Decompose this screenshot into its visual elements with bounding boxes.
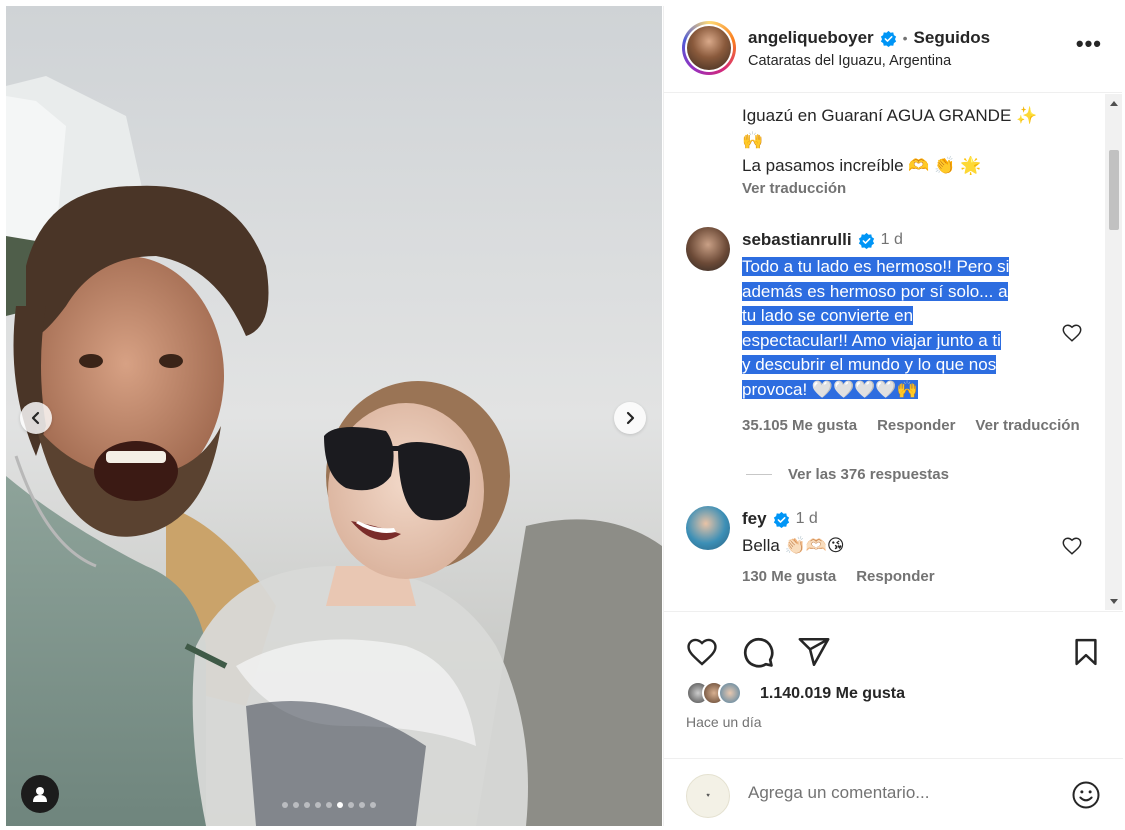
reply-button[interactable]: Responder (877, 417, 955, 434)
like-icon[interactable] (685, 635, 719, 669)
comment-text-line: y descubrir el mundo y lo que nos (742, 355, 997, 375)
caret-down-icon (1109, 598, 1118, 604)
like-comment-icon[interactable] (1061, 535, 1083, 557)
photo-scene (6, 6, 662, 826)
save-icon[interactable] (1071, 636, 1101, 668)
chevron-right-icon (626, 411, 635, 425)
add-comment-bar: ♥ (664, 758, 1123, 826)
comment-text: Todo a tu lado es hermoso!! Pero si adem… (742, 255, 1010, 403)
caption-line: 🙌 (742, 131, 764, 150)
comment-time[interactable]: 1 d (881, 231, 903, 249)
user-icon (33, 787, 47, 802)
carousel-dot (359, 802, 365, 808)
likers-avatars[interactable] (686, 681, 742, 705)
carousel-indicator (282, 802, 376, 808)
post-timestamp[interactable]: Hace un día (686, 714, 762, 730)
more-options-button[interactable]: ••• (1076, 33, 1102, 55)
comment-text-line: Todo a tu lado es hermoso!! Pero si (742, 257, 1010, 276)
carousel-next-button[interactable] (614, 402, 646, 434)
reply-button[interactable]: Responder (856, 568, 934, 585)
post-details-panel: angeliqueboyer • Seguidos Cataratas del … (663, 6, 1123, 826)
commenter-avatar[interactable] (686, 506, 730, 550)
post-header: angeliqueboyer • Seguidos Cataratas del … (664, 6, 1122, 93)
author-avatar[interactable] (682, 21, 736, 75)
commenter-avatar[interactable] (686, 227, 730, 271)
comment-likes[interactable]: 35.105 Me gusta (742, 417, 857, 434)
comment-icon[interactable] (741, 635, 775, 669)
like-comment-icon[interactable] (1061, 322, 1083, 344)
share-icon[interactable] (797, 635, 831, 669)
carousel-dot (304, 802, 310, 808)
scroll-up-arrow[interactable] (1105, 94, 1122, 111)
verified-badge-icon (858, 232, 874, 249)
comment-text-line: además es hermoso por sí solo... a (742, 281, 1008, 301)
more-options-icon: ••• (1075, 31, 1102, 56)
post-photo (6, 6, 662, 826)
post-location[interactable]: Cataratas del Iguazu, Argentina (748, 53, 951, 69)
comment-text-line: espectacular!! Amo viajar junto a ti (742, 330, 1001, 350)
author-username[interactable]: angeliqueboyer (748, 28, 874, 48)
chevron-left-icon (31, 411, 40, 425)
verified-badge-icon (880, 30, 896, 47)
liker-avatar (718, 681, 742, 705)
carousel-dot (326, 802, 332, 808)
carousel-dot (337, 802, 343, 808)
caret-up-icon (1109, 100, 1118, 106)
following-button[interactable]: Seguidos (914, 28, 991, 48)
carousel-dot (370, 802, 376, 808)
comment-time[interactable]: 1 d (796, 510, 818, 528)
scrollbar-thumb[interactable] (1109, 150, 1119, 230)
carousel-dot (348, 802, 354, 808)
carousel-dot (315, 802, 321, 808)
commenter-username[interactable]: fey (742, 509, 767, 529)
comment-text-line: tu lado se convierte en (742, 306, 914, 326)
commenter-username[interactable]: sebastianrulli (742, 230, 852, 250)
current-user-avatar: ♥ (686, 774, 730, 818)
comments-section: Iguazú en Guaraní AGUA GRANDE ✨ 🙌 La pas… (664, 94, 1123, 610)
post-likes-count[interactable]: 1.140.019 Me gusta (760, 685, 905, 703)
comment-item: fey 1 d Bella 👏🏻🫶🏻😘 130 Me gusta Respond… (686, 506, 1101, 596)
view-replies-button[interactable]: Ver las 376 respuestas (746, 466, 949, 483)
carousel-dot (293, 802, 299, 808)
comment-text-line: provoca! 🤍🤍🤍🤍🙌 (742, 379, 918, 399)
carousel-prev-button[interactable] (20, 402, 52, 434)
tagged-users-button[interactable] (21, 775, 59, 813)
scroll-down-arrow[interactable] (1105, 593, 1122, 610)
translate-comment-button[interactable]: Ver traducción (975, 417, 1079, 434)
emoji-icon[interactable] (1071, 780, 1101, 810)
comments-scrollbar[interactable] (1105, 94, 1122, 610)
verified-badge-icon (773, 511, 789, 528)
carousel-dot (282, 802, 288, 808)
comment-input[interactable] (748, 783, 1048, 803)
view-replies-label: Ver las 376 respuestas (788, 466, 949, 483)
comment-likes[interactable]: 130 Me gusta (742, 568, 836, 585)
caption-translate-link[interactable]: Ver traducción (742, 180, 846, 197)
caption-line: Iguazú en Guaraní AGUA GRANDE ✨ (742, 106, 1038, 125)
comment-text: Bella 👏🏻🫶🏻😘 (742, 536, 845, 555)
comment-item: sebastianrulli 1 d Todo a tu lado es her… (686, 227, 1101, 457)
header-separator: • (902, 30, 908, 46)
caption-line: La pasamos increíble 🫶 👏 🌟 (742, 156, 982, 175)
post-actions: 1.140.019 Me gusta Hace un día (664, 611, 1123, 761)
